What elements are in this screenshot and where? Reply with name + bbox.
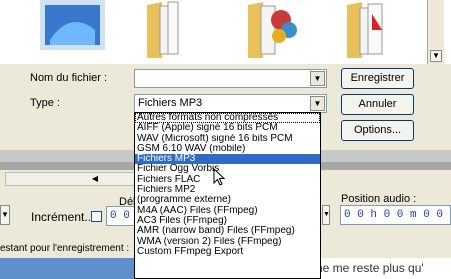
- folder-icon[interactable]: [142, 0, 202, 60]
- chevron-down-icon[interactable]: ▼: [322, 205, 330, 225]
- recording-remaining-text: estant pour l'enregistrement :: [0, 243, 130, 254]
- file-type-select[interactable]: Fichiers MP3 ▼: [134, 94, 327, 113]
- dropdown-option[interactable]: Autres formats non compressés: [135, 113, 320, 124]
- dropdown-option[interactable]: GSM 6.10 WAV (mobile): [135, 144, 320, 154]
- background-text: ne me reste plus qu': [316, 261, 424, 275]
- chevron-down-icon[interactable]: ▼: [310, 71, 325, 86]
- background-document: ne me reste plus qu': [310, 258, 451, 279]
- audio-position-label: Position audio :: [341, 193, 417, 205]
- dropdown-option[interactable]: M4A (AAC) Files (FFmpeg): [135, 206, 320, 216]
- type-label: Type :: [30, 97, 60, 109]
- scroll-left-icon[interactable]: ◀: [90, 174, 100, 184]
- dropdown-option[interactable]: (programme externe): [135, 195, 320, 205]
- cancel-button[interactable]: Annuler: [341, 94, 414, 115]
- dropdown-option[interactable]: AMR (narrow band) Files (FFmpeg): [135, 226, 320, 236]
- file-thumbnail-icon[interactable]: [40, 0, 105, 60]
- dropdown-option[interactable]: WMA (version 2) Files (FFmpeg): [135, 237, 320, 247]
- increment-checkbox[interactable]: [91, 211, 102, 222]
- chevron-down-icon[interactable]: ▼: [0, 205, 10, 225]
- audio-position-field[interactable]: 0 0 h 0 0 m 0 0 s: [340, 205, 451, 225]
- dropdown-option[interactable]: AIFF (Apple) signé 16 bits PCM: [135, 123, 320, 133]
- dropdown-option[interactable]: Custom FFmpeg Export: [135, 247, 320, 257]
- chevron-down-icon[interactable]: ▼: [310, 96, 325, 111]
- file-list-area[interactable]: ▼: [0, 0, 451, 64]
- increment-label: Incrément...: [31, 210, 95, 224]
- dropdown-option[interactable]: Fichiers MP2: [135, 185, 320, 195]
- file-type-value: Fichiers MP3: [138, 97, 203, 109]
- document-folder-icon[interactable]: [342, 0, 402, 60]
- file-type-dropdown-list[interactable]: Autres formats non compressés AIFF (Apple…: [134, 112, 321, 279]
- dropdown-option[interactable]: AC3 Files (FFmpeg): [135, 216, 320, 226]
- vertical-scrollbar[interactable]: ▼: [427, 0, 444, 64]
- filename-field[interactable]: ▼: [134, 69, 327, 88]
- increment-input[interactable]: 0 0: [106, 206, 136, 226]
- mouse-cursor-icon: [213, 167, 226, 189]
- dropdown-option[interactable]: Fichiers FLAC: [135, 175, 320, 185]
- dropdown-option[interactable]: Fichiers MP3: [135, 154, 320, 165]
- dropdown-option[interactable]: Fichier Ogg Vorbis: [135, 164, 320, 174]
- scroll-down-icon[interactable]: ▼: [430, 50, 442, 62]
- paint-folder-icon[interactable]: [243, 0, 303, 60]
- save-button[interactable]: Enregistrer: [341, 68, 414, 89]
- dropdown-option[interactable]: WAV (Microsoft) signé 16 bits PCM: [135, 134, 320, 144]
- options-button[interactable]: Options...: [341, 120, 414, 141]
- filename-label: Nom du fichier :: [30, 72, 108, 84]
